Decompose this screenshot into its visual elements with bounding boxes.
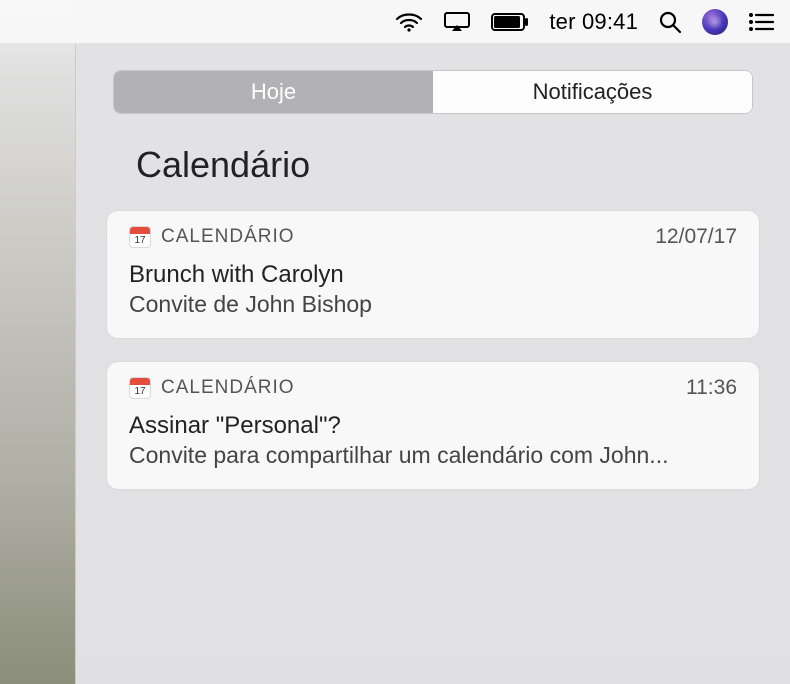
notification-subtitle: Convite para compartilhar um calendário …	[129, 442, 737, 469]
battery-icon[interactable]	[491, 13, 529, 31]
airplay-icon[interactable]	[443, 11, 471, 33]
notification-subtitle: Convite de John Bishop	[129, 291, 737, 318]
desktop-background	[0, 0, 75, 684]
notification-timestamp: 11:36	[686, 376, 737, 400]
menu-bar: ter 09:41	[0, 0, 790, 44]
wifi-icon[interactable]	[395, 12, 423, 32]
spotlight-search-icon[interactable]	[658, 10, 682, 34]
section-title-calendar: Calendário	[136, 144, 770, 186]
notification-app-name: CALENDÁRIO	[161, 377, 295, 399]
notification-card[interactable]: CALENDÁRIO 11:36 Assinar "Personal"? Con…	[106, 361, 760, 490]
notification-title: Brunch with Carolyn	[129, 261, 737, 289]
notification-center-icon[interactable]	[748, 12, 774, 32]
notification-title: Assinar "Personal"?	[129, 412, 737, 440]
notification-body: Brunch with Carolyn Convite de John Bish…	[107, 257, 759, 338]
calendar-app-icon	[129, 226, 151, 248]
calendar-app-icon	[129, 377, 151, 399]
notification-body: Assinar "Personal"? Convite para compart…	[107, 408, 759, 489]
notification-center-panel: Hoje Notificações Calendário CALENDÁRIO …	[75, 44, 790, 684]
notification-timestamp: 12/07/17	[655, 225, 737, 249]
tab-notifications[interactable]: Notificações	[433, 71, 752, 113]
tab-today[interactable]: Hoje	[114, 71, 433, 113]
notification-card[interactable]: CALENDÁRIO 12/07/17 Brunch with Carolyn …	[106, 210, 760, 339]
menubar-clock[interactable]: ter 09:41	[549, 9, 638, 35]
notification-app-name: CALENDÁRIO	[161, 226, 295, 248]
notification-header: CALENDÁRIO 11:36	[107, 362, 759, 408]
siri-icon[interactable]	[702, 9, 728, 35]
segmented-control: Hoje Notificações	[113, 70, 753, 114]
notification-header: CALENDÁRIO 12/07/17	[107, 211, 759, 257]
